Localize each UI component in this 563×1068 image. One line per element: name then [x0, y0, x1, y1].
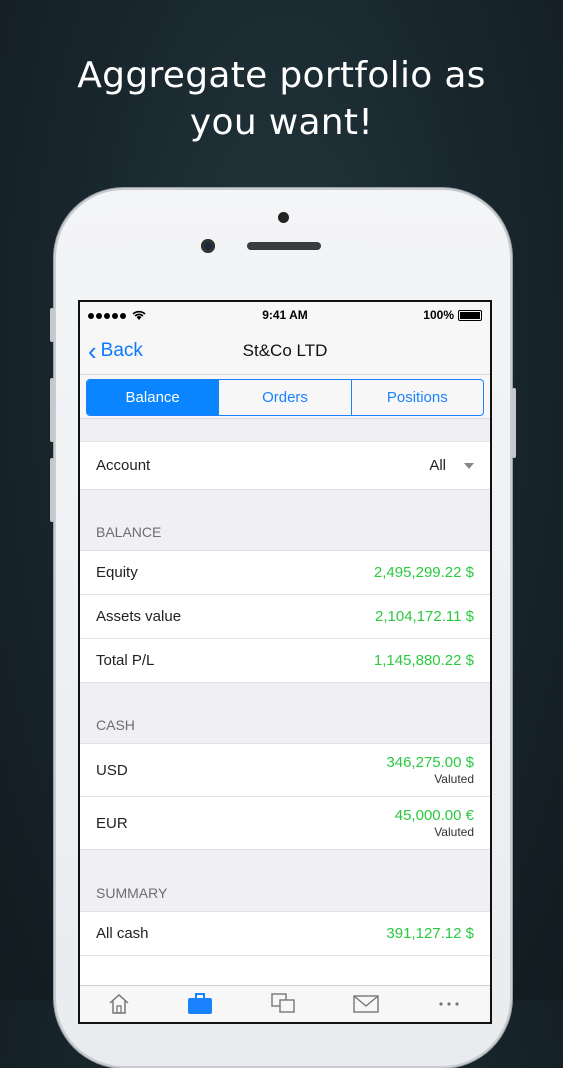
phone-frame: 9:41 AM 100% ‹ Back St&Co LTD Balance Or…	[50, 188, 516, 1068]
front-camera	[201, 239, 215, 253]
more-icon[interactable]	[435, 992, 463, 1014]
power-button	[512, 388, 516, 458]
all-cash-row: All cash 391,127.12 $	[80, 912, 490, 956]
briefcase-icon[interactable]	[186, 992, 214, 1014]
account-row[interactable]: Account All	[80, 441, 490, 490]
tab-bar	[80, 985, 490, 1022]
usd-row: USD 346,275.00 $ Valuted	[80, 744, 490, 797]
headline: Aggregate portfolio as you want!	[0, 52, 563, 146]
dropdown-arrow-icon	[464, 462, 474, 469]
account-value: All	[429, 457, 446, 474]
earpiece-speaker	[247, 242, 321, 250]
spacer	[80, 419, 490, 441]
phone-screen: 9:41 AM 100% ‹ Back St&Co LTD Balance Or…	[78, 300, 492, 1024]
account-label: Account	[96, 457, 151, 474]
summary-section-header: SUMMARY	[80, 850, 490, 912]
mail-icon[interactable]	[352, 992, 380, 1014]
total-pl-row: Total P/L 1,145,880.22 $	[80, 639, 490, 683]
cash-section-header: CASH	[80, 683, 490, 744]
status-bar: 9:41 AM 100%	[80, 302, 490, 328]
proximity-sensor	[278, 212, 289, 223]
equity-row: Equity 2,495,299.22 $	[80, 551, 490, 595]
copy-icon[interactable]	[269, 992, 297, 1014]
headline-line-1: Aggregate portfolio as	[77, 55, 486, 96]
tab-positions[interactable]: Positions	[352, 380, 483, 415]
segmented-control-bar: Balance Orders Positions	[80, 375, 490, 419]
tab-balance[interactable]: Balance	[87, 380, 220, 415]
battery-icon	[458, 309, 482, 321]
account-select[interactable]: All	[429, 457, 474, 474]
status-time: 9:41 AM	[262, 308, 308, 322]
volume-down-button	[50, 458, 54, 522]
balance-section-header: BALANCE	[80, 490, 490, 551]
mute-switch	[50, 308, 54, 342]
volume-up-button	[50, 378, 54, 442]
page-title: St&Co LTD	[242, 341, 328, 360]
tab-orders[interactable]: Orders	[219, 380, 352, 415]
eur-row: EUR 45,000.00 € Valuted	[80, 797, 490, 850]
segmented-control: Balance Orders Positions	[86, 379, 484, 416]
home-icon[interactable]	[107, 992, 131, 1014]
headline-line-2: you want!	[189, 102, 374, 143]
assets-value-row: Assets value 2,104,172.11 $	[80, 595, 490, 639]
navigation-bar: ‹ Back St&Co LTD	[80, 328, 490, 375]
